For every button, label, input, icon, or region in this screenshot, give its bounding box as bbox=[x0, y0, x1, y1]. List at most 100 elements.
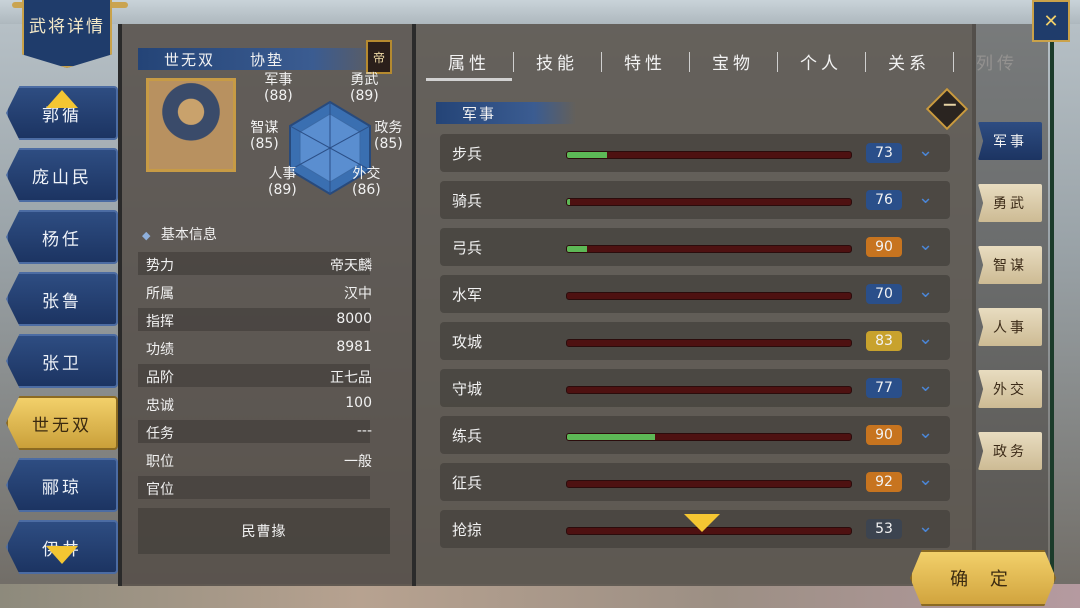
general-list-item[interactable]: 杨任 bbox=[6, 210, 118, 264]
category-button[interactable]: 外交 bbox=[978, 370, 1042, 408]
tab-item[interactable]: 宝物 bbox=[690, 44, 776, 78]
stat-politics-value: (85) bbox=[374, 136, 403, 152]
skill-row[interactable]: 骑兵 76 ⌄ bbox=[440, 181, 950, 219]
name-bar: 世无双 协垫 bbox=[138, 48, 388, 70]
skill-progress-bar bbox=[566, 151, 852, 159]
skill-progress-bar bbox=[566, 198, 852, 206]
category-button[interactable]: 军事 bbox=[978, 122, 1042, 160]
chevron-down-icon[interactable]: ⌄ bbox=[918, 281, 933, 302]
general-list-item[interactable]: 世无双 bbox=[6, 396, 118, 450]
diamond-icon: ◆ bbox=[142, 229, 151, 242]
skill-name: 征兵 bbox=[452, 474, 483, 492]
skill-progress-bar bbox=[566, 339, 852, 347]
list-menu-icon[interactable] bbox=[925, 87, 969, 131]
skill-value-badge: 53 bbox=[866, 519, 902, 539]
info-value: 汉中 bbox=[344, 286, 372, 302]
confirm-button[interactable]: 确 定 bbox=[910, 550, 1056, 606]
stat-diplomacy-value: (86) bbox=[352, 182, 381, 198]
skill-row[interactable]: 弓兵 90 ⌄ bbox=[440, 228, 950, 266]
skill-progress-bar bbox=[566, 433, 852, 441]
tab-item[interactable]: 特性 bbox=[602, 44, 688, 78]
stat-politics-label: 政务 bbox=[374, 120, 403, 136]
general-list-item[interactable]: 郦琼 bbox=[6, 458, 118, 512]
skill-name: 弓兵 bbox=[452, 239, 483, 257]
stat-valor-label: 勇武 bbox=[350, 72, 379, 88]
attribute-panel: 属性技能特性宝物个人关系列传 军事 步兵73⌄骑兵76⌄弓兵90⌄水军70⌄攻城… bbox=[412, 24, 1014, 586]
info-key: 势力 bbox=[146, 258, 174, 274]
info-row: 品阶 正七品 bbox=[138, 364, 372, 387]
skill-row[interactable]: 守城 77 ⌄ bbox=[440, 369, 950, 407]
tab-item[interactable]: 个人 bbox=[778, 44, 864, 78]
general-title: 协垫 bbox=[250, 51, 285, 69]
category-button[interactable]: 政务 bbox=[978, 432, 1042, 470]
emperor-badge: 帝 bbox=[366, 40, 392, 74]
tab-item[interactable]: 关系 bbox=[866, 44, 952, 78]
general-list[interactable]: 郭循 庞山民 杨任 张鲁 张卫 世无双 郦琼 伊井 bbox=[0, 70, 120, 590]
chevron-down-icon[interactable]: ⌄ bbox=[918, 187, 933, 208]
info-row: 所属 汉中 bbox=[138, 280, 372, 303]
stat-military-label: 军事 bbox=[264, 72, 293, 88]
skill-value-badge: 76 bbox=[866, 190, 902, 210]
skill-row[interactable]: 练兵 90 ⌄ bbox=[440, 416, 950, 454]
skill-value-badge: 92 bbox=[866, 472, 902, 492]
skill-value-badge: 90 bbox=[866, 237, 902, 257]
skill-name: 骑兵 bbox=[452, 192, 483, 210]
chevron-down-icon[interactable]: ⌄ bbox=[918, 328, 933, 349]
category-button[interactable]: 人事 bbox=[978, 308, 1042, 346]
stat-valor-value: (89) bbox=[350, 88, 379, 104]
chevron-down-icon[interactable]: ⌄ bbox=[918, 375, 933, 396]
info-value: 8981 bbox=[336, 339, 372, 355]
tab-item[interactable]: 属性 bbox=[426, 44, 512, 81]
page-title: 武将详情 bbox=[29, 17, 105, 37]
info-value: 正七品 bbox=[330, 370, 372, 386]
rope-decoration bbox=[1050, 40, 1054, 580]
skill-row[interactable]: 征兵 92 ⌄ bbox=[440, 463, 950, 501]
info-row: 指挥 8000 bbox=[138, 308, 372, 331]
skill-row[interactable]: 水军 70 ⌄ bbox=[440, 275, 950, 313]
info-value: 100 bbox=[345, 395, 372, 411]
scroll-up-icon[interactable] bbox=[46, 90, 78, 108]
general-name: 世无双 bbox=[164, 51, 216, 69]
scroll-more-icon[interactable] bbox=[684, 514, 720, 532]
category-button[interactable]: 勇武 bbox=[978, 184, 1042, 222]
info-key: 所属 bbox=[146, 286, 174, 302]
chevron-down-icon[interactable]: ⌄ bbox=[918, 234, 933, 255]
skill-name: 攻城 bbox=[452, 333, 483, 351]
general-list-item[interactable]: 庞山民 bbox=[6, 148, 118, 202]
info-row: 官位 bbox=[138, 476, 370, 499]
skill-value-badge: 90 bbox=[866, 425, 902, 445]
close-button[interactable]: ✕ bbox=[1032, 0, 1070, 42]
stat-strategy: 智谋 (85) bbox=[250, 120, 279, 152]
skill-progress-fill bbox=[567, 152, 607, 158]
stat-valor: 勇武 (89) bbox=[350, 72, 379, 104]
tab-item[interactable]: 技能 bbox=[514, 44, 600, 78]
chevron-down-icon[interactable]: ⌄ bbox=[918, 469, 933, 490]
tab-bar: 属性技能特性宝物个人关系列传 bbox=[426, 44, 1038, 84]
stat-strategy-label: 智谋 bbox=[250, 120, 279, 136]
skill-value-badge: 77 bbox=[866, 378, 902, 398]
stat-personnel-label: 人事 bbox=[268, 166, 297, 182]
general-list-item[interactable]: 张鲁 bbox=[6, 272, 118, 326]
skill-progress-bar bbox=[566, 480, 852, 488]
chevron-down-icon[interactable]: ⌄ bbox=[918, 422, 933, 443]
chevron-down-icon[interactable]: ⌄ bbox=[918, 140, 933, 161]
chevron-down-icon[interactable]: ⌄ bbox=[918, 516, 933, 537]
info-value: 8000 bbox=[336, 311, 372, 327]
info-key: 品阶 bbox=[146, 370, 174, 386]
info-value: 一般 bbox=[344, 454, 372, 470]
skill-progress-fill bbox=[567, 199, 570, 205]
scroll-down-icon[interactable] bbox=[46, 546, 78, 564]
info-key: 功绩 bbox=[146, 342, 174, 358]
category-button[interactable]: 智谋 bbox=[978, 246, 1042, 284]
skill-row[interactable]: 攻城 83 ⌄ bbox=[440, 322, 950, 360]
skill-row[interactable]: 步兵 73 ⌄ bbox=[440, 134, 950, 172]
stat-strategy-value: (85) bbox=[250, 136, 279, 152]
stat-personnel-value: (89) bbox=[268, 182, 297, 198]
info-row: 任务 --- bbox=[138, 420, 372, 443]
info-key: 忠诚 bbox=[146, 398, 174, 414]
close-icon: ✕ bbox=[1043, 10, 1059, 32]
info-row: 职位 一般 bbox=[138, 448, 372, 471]
skill-progress-fill bbox=[567, 246, 587, 252]
general-list-item[interactable]: 张卫 bbox=[6, 334, 118, 388]
skill-name: 抢掠 bbox=[452, 521, 483, 539]
